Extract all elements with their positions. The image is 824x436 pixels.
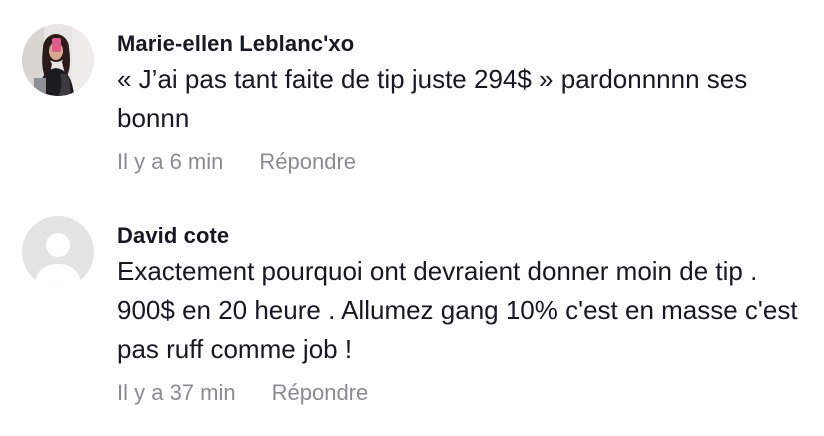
comment-body: Marie-ellen Leblanc'xo « J’ai pas tant f… [117, 30, 804, 176]
comment-body: David cote Exactement pourquoi ont devra… [117, 222, 804, 407]
comment-timestamp: Il y a 37 min [117, 380, 236, 405]
comment-username[interactable]: Marie-ellen Leblanc'xo [117, 30, 804, 58]
reply-button[interactable]: Répondre [272, 379, 369, 407]
avatar[interactable] [22, 24, 94, 96]
comment-timestamp: Il y a 6 min [117, 149, 224, 174]
reply-button[interactable]: Répondre [259, 148, 356, 176]
comment-username[interactable]: David cote [117, 222, 804, 250]
comment-text: Exactement pourquoi ont devraient donner… [117, 256, 805, 364]
comment-meta: Il y a 6 min Répondre [117, 148, 804, 176]
user-photo-icon [22, 24, 94, 96]
avatar[interactable] [22, 216, 94, 288]
comment-meta: Il y a 37 min Répondre [117, 379, 804, 407]
comment-text: « J’ai pas tant faite de tip juste 294$ … [117, 64, 755, 133]
default-user-icon [22, 216, 94, 288]
